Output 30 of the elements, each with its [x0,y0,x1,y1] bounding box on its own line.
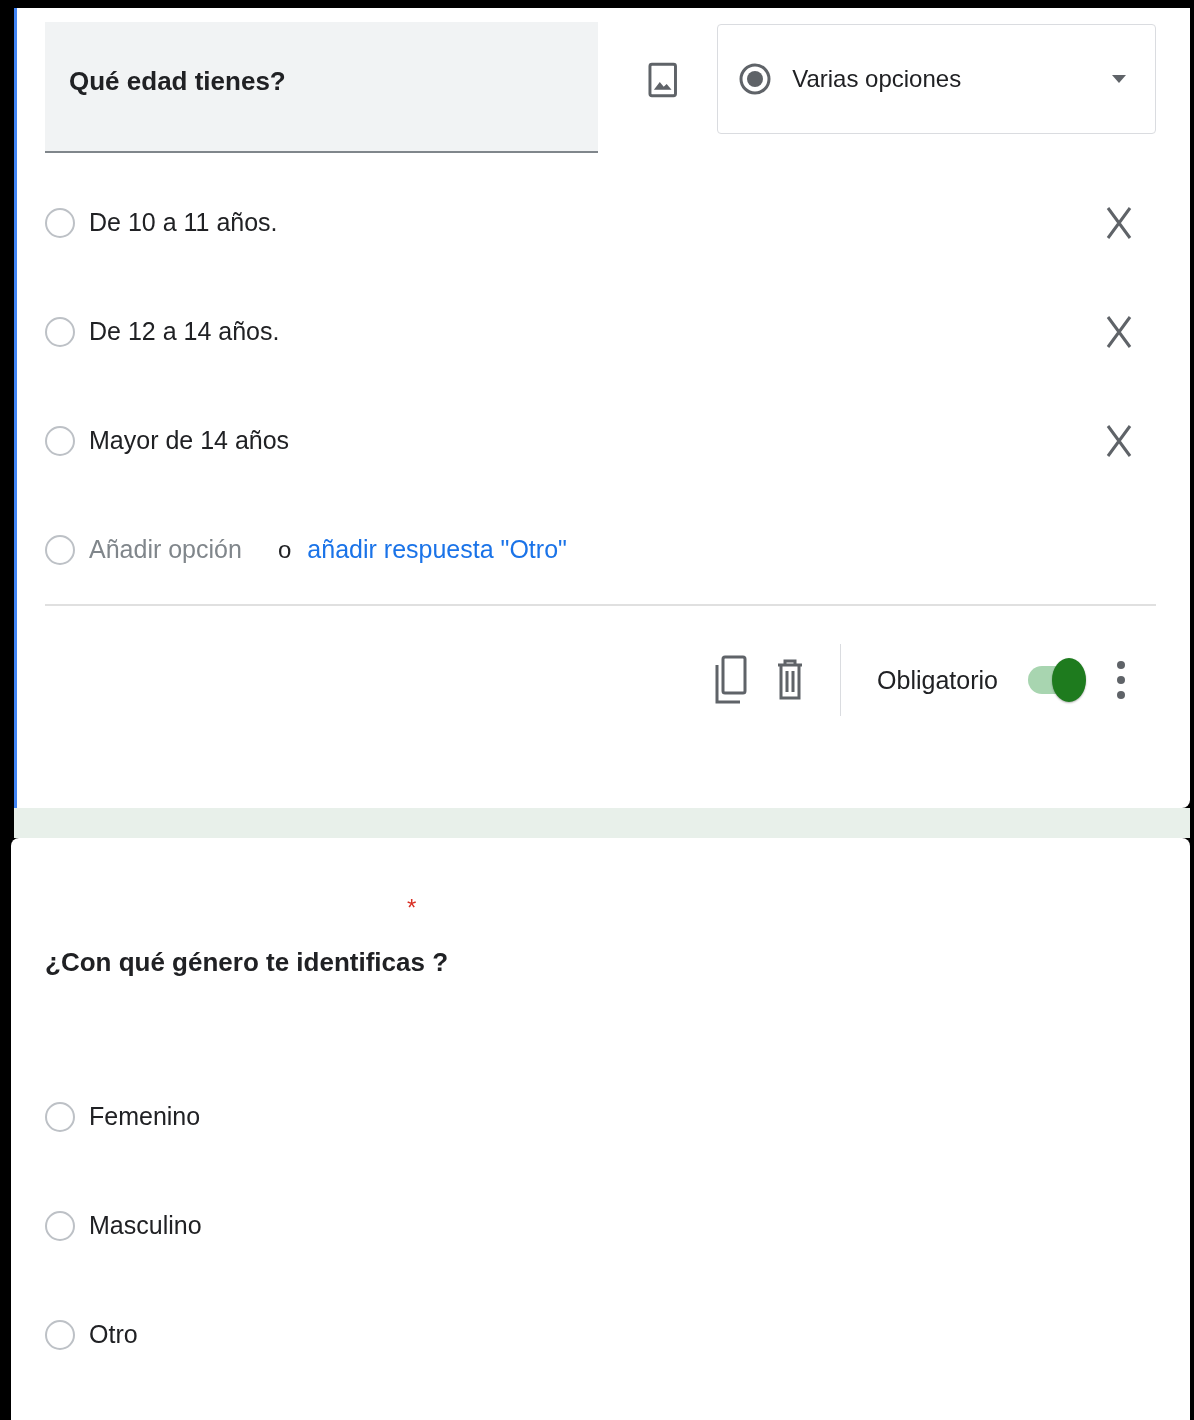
close-icon[interactable] [1106,423,1132,458]
radio-button[interactable] [45,207,75,238]
close-icon[interactable] [1106,314,1132,349]
option-label[interactable]: De 10 a 11 años. [89,208,1092,237]
radio-icon [738,62,773,96]
radio-button[interactable] [45,425,75,456]
radio-button[interactable] [45,316,75,347]
option-label[interactable]: De 12 a 14 años. [89,317,1092,346]
radio-button[interactable] [45,1319,75,1350]
question-type-dropdown[interactable]: Varias opciones [717,24,1156,134]
option-label[interactable]: Mayor de 14 años [89,426,1092,455]
question-title-field[interactable]: Qué edad tienes? [45,22,598,153]
image-icon[interactable] [647,62,678,98]
close-icon[interactable] [1106,205,1132,240]
separator-text: o [278,535,292,564]
required-toggle[interactable] [1026,658,1088,702]
trash-icon[interactable] [776,659,805,701]
option-label: Masculino [89,1211,203,1240]
option-label: Otro [89,1320,139,1349]
caret-icon [1111,74,1127,84]
option-label: Femenino [89,1102,202,1131]
add-option-field[interactable]: Añadir opción [89,535,264,564]
radio-button[interactable] [45,1210,75,1241]
required-asterisk: * [407,894,417,922]
copy-icon[interactable] [714,655,749,705]
required-label: Obligatorio [877,665,998,695]
question-title: ¿Con qué género te identificas ? [45,947,449,978]
add-other-link[interactable]: añadir respuesta "Otro" [307,535,567,564]
more-icon[interactable] [1116,660,1126,700]
radio-button[interactable] [45,1101,75,1132]
